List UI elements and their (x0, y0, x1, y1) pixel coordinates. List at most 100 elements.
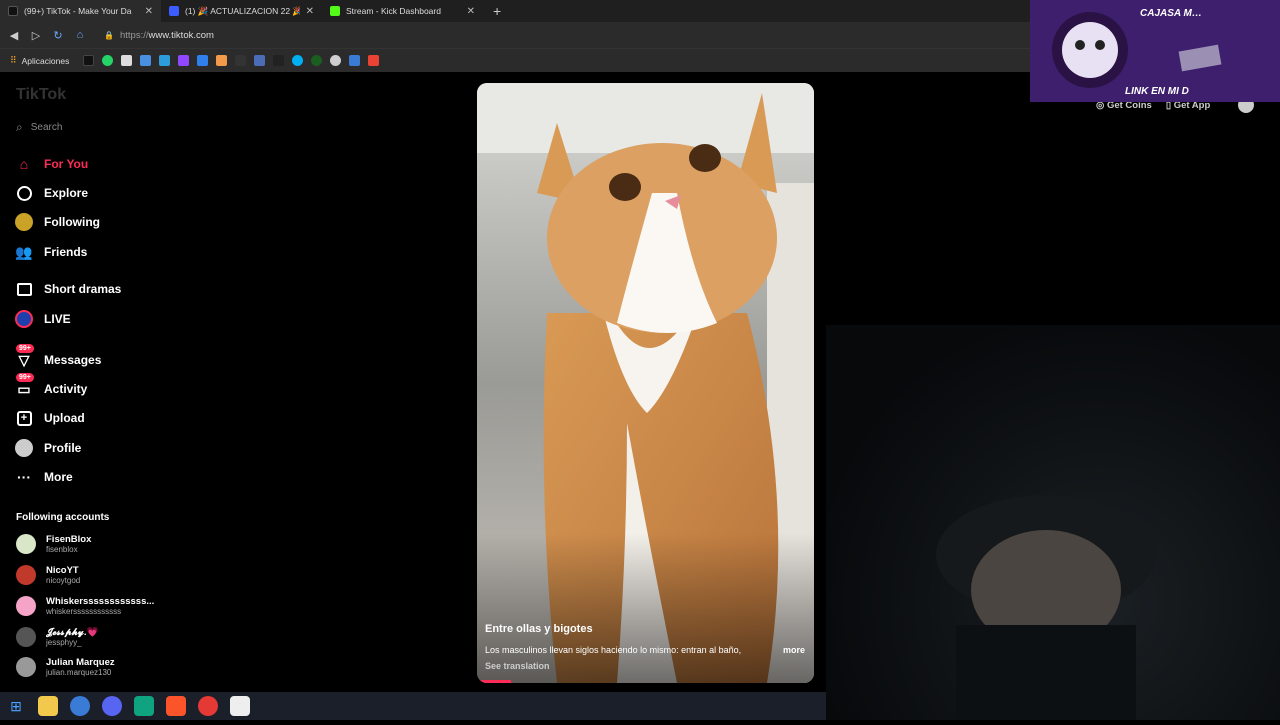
bookmark-icon[interactable] (273, 55, 285, 66)
account-name: Julian Marquez (46, 657, 115, 668)
bookmark-icon[interactable] (216, 55, 228, 66)
account-handle: jessphyy_ (46, 638, 82, 647)
nav-item-for-you[interactable]: ⌂ For You (14, 154, 88, 174)
nav-item-profile[interactable]: Profile (14, 438, 81, 458)
file-explorer-icon[interactable] (38, 696, 58, 716)
drama-icon (14, 279, 34, 299)
browser-tab-bar: (99+) TikTok - Make Your Da ✕ (1) 🎉 ACTU… (0, 0, 1030, 22)
account-handle: nicoytgod (46, 576, 81, 585)
whatsapp-icon[interactable] (102, 55, 114, 66)
brave-icon[interactable] (166, 696, 186, 716)
following-account[interactable]: FisenBlox fisenblox (16, 534, 91, 554)
back-icon[interactable]: ◀ (8, 29, 20, 42)
windows-start-icon[interactable]: ⊞ (6, 696, 26, 716)
windows-taskbar: ⊞ (0, 692, 826, 720)
activity-icon: ▭ 99+ (14, 373, 34, 399)
video-player[interactable]: Entre ollas y bigotes Los masculinos lle… (477, 83, 814, 683)
nav-item-upload[interactable]: + Upload (14, 408, 85, 428)
live-icon (14, 309, 34, 329)
browser-tab[interactable]: (99+) TikTok - Make Your Da ✕ (0, 0, 161, 22)
account-handle: fisenblox (46, 545, 78, 554)
nav-item-short-dramas[interactable]: Short dramas (14, 279, 121, 299)
profile-avatar-icon (14, 438, 34, 458)
following-avatar-icon (14, 212, 34, 232)
browser-tab[interactable]: Stream - Kick Dashboard ✕ (322, 0, 483, 22)
close-tab-icon[interactable]: ✕ (467, 6, 475, 17)
browser-icon[interactable] (70, 696, 90, 716)
activity-badge: 99+ (16, 373, 34, 382)
friends-icon: 👥 (15, 243, 33, 260)
avatar (16, 565, 36, 585)
nav-item-friends[interactable]: 👥 Friends (14, 242, 87, 262)
account-name: NicoYT (46, 565, 79, 576)
bookmark-icon[interactable] (254, 55, 266, 66)
nav-label: Short dramas (44, 282, 122, 296)
reload-icon[interactable]: ↻ (52, 29, 64, 42)
see-translation-button[interactable]: See translation (485, 661, 805, 671)
bookmark-icon[interactable] (121, 55, 133, 66)
home-icon[interactable]: ⌂ (74, 29, 86, 41)
overlay-text-top: CAJASA M… (1140, 8, 1202, 19)
close-tab-icon[interactable]: ✕ (306, 6, 314, 17)
following-account[interactable]: 𝓙𝓮𝓼𝓼𝓹𝓱𝔂.💗 jessphyy_ (16, 627, 98, 647)
youtube-icon[interactable] (198, 696, 218, 716)
app-icon[interactable] (134, 696, 154, 716)
overlay-text-bottom: LINK EN MI D (1125, 86, 1189, 97)
nav-item-messages[interactable]: ▽ 99+ Messages (14, 344, 102, 370)
video-shade (477, 83, 814, 683)
nav-item-activity[interactable]: ▭ 99+ Activity (14, 373, 88, 399)
nav-item-explore[interactable]: Explore (14, 183, 88, 203)
following-accounts-title: Following accounts (16, 512, 110, 523)
nav-item-following[interactable]: Following (14, 212, 100, 232)
video-progress-bar[interactable] (481, 680, 511, 683)
bookmark-icon[interactable] (197, 55, 209, 66)
apps-bookmark[interactable]: ⠿ Aplicaciones (10, 55, 69, 66)
nav-item-more[interactable]: ··· More (14, 467, 73, 487)
bookmark-icon[interactable] (330, 55, 342, 66)
video-author[interactable]: Entre ollas y bigotes (485, 623, 805, 635)
following-account[interactable]: NicoYT nicoytgod (16, 565, 80, 585)
search-placeholder: Search (30, 122, 63, 133)
bookmark-icon[interactable] (159, 55, 171, 66)
browser-tab[interactable]: (1) 🎉 ACTUALIZACION 22 🎉 ✕ (161, 0, 322, 22)
account-name: FisenBlox (46, 534, 92, 545)
bookmark-icon[interactable] (349, 55, 361, 66)
account-name: Whiskerssssssssssss... (46, 596, 155, 607)
nav-label: Following (44, 215, 100, 229)
webcam-feed (826, 325, 1280, 720)
account-handle: whiskerssssssssssss (46, 607, 122, 616)
more-button[interactable]: more (783, 645, 805, 655)
nav-label: Explore (44, 186, 89, 200)
new-tab-button[interactable]: + (483, 3, 511, 19)
nav-label: For You (44, 157, 89, 171)
stream-overlay: CAJASA M… LINK EN MI D (1030, 0, 1280, 102)
bookmark-icon[interactable] (311, 55, 323, 66)
nav-label: Profile (44, 441, 82, 455)
nav-label: Messages (44, 353, 102, 367)
forward-icon[interactable]: ▷ (30, 29, 42, 42)
twitch-icon[interactable] (178, 55, 190, 66)
close-tab-icon[interactable]: ✕ (145, 6, 153, 17)
home-icon: ⌂ (19, 156, 29, 172)
apps-grid-icon: ⠿ (10, 55, 17, 65)
url-prefix: https:// (119, 29, 149, 41)
avatar (16, 596, 36, 616)
following-account[interactable]: Julian Marquez julian.marquez130 (16, 657, 115, 677)
following-account[interactable]: Whiskerssssssssssss... whiskersssssssssss… (16, 596, 154, 616)
nav-item-live[interactable]: LIVE (14, 309, 71, 329)
url-field[interactable]: 🔒 https://www.tiktok.com (104, 30, 214, 41)
discord-icon[interactable] (102, 696, 122, 716)
account-name: 𝓙𝓮𝓼𝓼𝓹𝓱𝔂.💗 (46, 627, 99, 638)
gmail-icon[interactable] (368, 55, 380, 66)
address-toolbar: ◀ ▷ ↻ ⌂ 🔒 https://www.tiktok.com (0, 22, 1030, 48)
nav-label: Activity (44, 382, 88, 396)
bookmark-icon[interactable] (292, 55, 304, 66)
tiktok-logo[interactable]: TikTok (16, 86, 66, 104)
search-input[interactable]: ⌕ Search (16, 120, 62, 135)
webcam-person (936, 495, 1156, 720)
bookmark-icon[interactable] (140, 55, 152, 66)
bookmark-icon[interactable] (235, 55, 247, 66)
capcut-icon[interactable] (230, 696, 250, 716)
avatar (16, 534, 36, 554)
bookmark-icon[interactable] (83, 55, 95, 66)
